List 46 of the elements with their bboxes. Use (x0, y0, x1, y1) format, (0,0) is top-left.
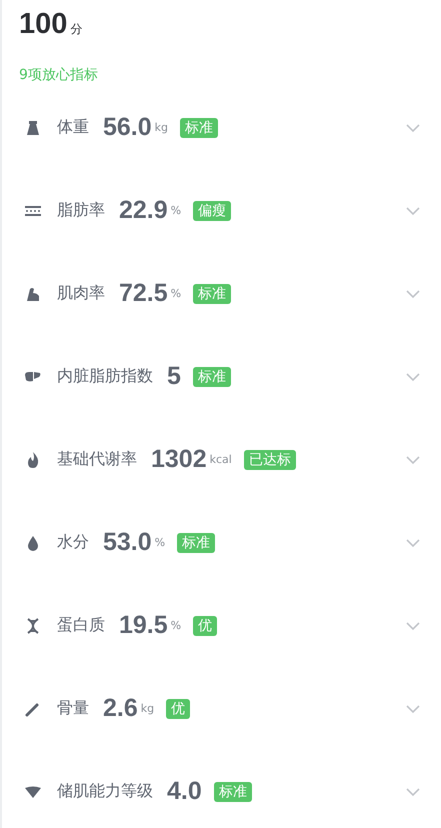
metric-name: 基础代谢率 (57, 449, 137, 470)
metric-name: 内脏脂肪指数 (57, 366, 153, 387)
metric-name: 蛋白质 (57, 615, 105, 636)
score-value: 100 (19, 8, 68, 41)
metric-unit: kcal (210, 453, 232, 466)
metric-unit: kg (154, 121, 168, 134)
metric-value: 56.0 (103, 113, 152, 142)
metric-value: 5 (167, 362, 181, 391)
metric-unit: % (170, 204, 182, 217)
status-tag: 已达标 (244, 450, 296, 470)
metric-name: 肌肉率 (57, 283, 105, 304)
metric-value: 2.6 (103, 694, 138, 723)
metric-unit: % (170, 619, 182, 632)
status-tag: 偏瘦 (193, 200, 232, 220)
metric-name: 水分 (57, 532, 89, 553)
metric-value: 4.0 (167, 777, 202, 806)
metric-unit: % (154, 536, 166, 549)
metric-unit: % (170, 287, 182, 300)
metric-name: 骨量 (57, 698, 89, 719)
status-tag: 优 (193, 616, 218, 636)
metric-name: 体重 (57, 117, 89, 138)
status-tag: 标准 (177, 532, 216, 552)
chevron-down-icon[interactable] (405, 704, 421, 714)
metric-name: 脂肪率 (57, 200, 105, 221)
summary-text: 9项放心指标 (19, 66, 99, 85)
metric-name: 储肌能力等级 (57, 781, 153, 802)
chevron-down-icon[interactable] (405, 288, 421, 298)
status-tag: 标准 (214, 782, 252, 802)
metric-value: 22.9 (119, 196, 168, 225)
chevron-down-icon[interactable] (405, 454, 421, 464)
metric-value: 1302 (151, 445, 207, 474)
chevron-down-icon[interactable] (405, 206, 421, 216)
status-tag: 标准 (193, 284, 232, 304)
score-unit: 分 (70, 21, 82, 38)
chevron-down-icon[interactable] (405, 620, 421, 630)
status-tag: 标准 (192, 366, 231, 386)
metric-value: 72.5 (119, 279, 168, 308)
status-tag: 标准 (180, 118, 218, 138)
chevron-down-icon[interactable] (405, 538, 421, 548)
chevron-down-icon[interactable] (405, 372, 421, 382)
metric-value: 53.0 (103, 528, 152, 557)
chevron-down-icon[interactable] (405, 122, 421, 132)
chevron-down-icon[interactable] (405, 786, 421, 796)
metric-value: 19.5 (119, 611, 168, 640)
metric-unit: kg (140, 702, 154, 715)
status-tag: 优 (166, 698, 190, 718)
